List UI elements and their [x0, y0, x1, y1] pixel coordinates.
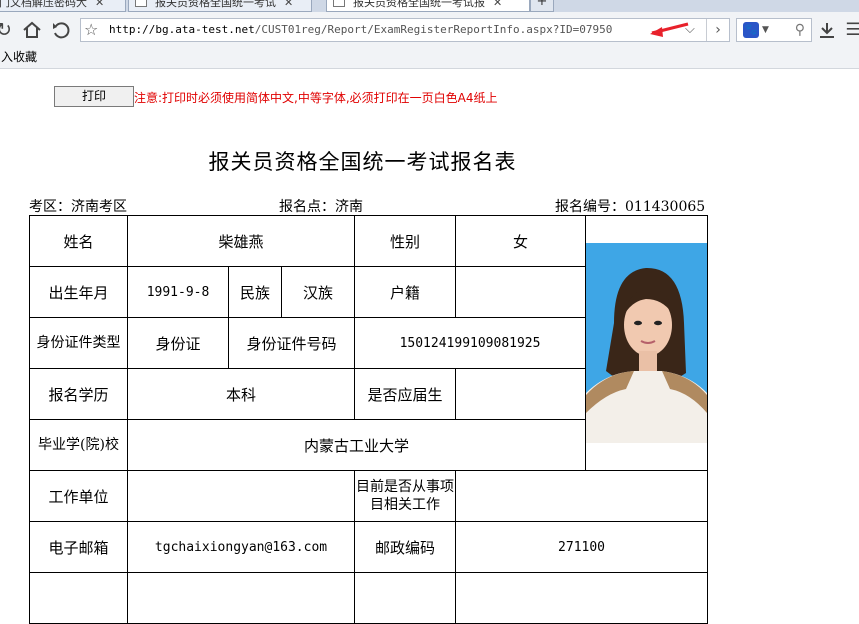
- school-label: 毕业学(院)校: [29, 419, 128, 471]
- table-row: 电子邮箱 tgchaixiongyan@163.com 邮政编码 271100: [29, 521, 709, 573]
- print-notice: 注意:打印时必须使用简体中文,中等字体,必须打印在一页白色A4纸上: [134, 91, 498, 105]
- home-icon[interactable]: [20, 18, 44, 42]
- registration-point: 报名点：济南: [279, 199, 363, 215]
- postcode-value: 271100: [455, 521, 709, 573]
- table-row: 工作单位 目前是否从事项目相关工作: [29, 470, 709, 522]
- empty-cell: [126, 572, 356, 624]
- gender-value: 女: [455, 215, 587, 267]
- close-icon[interactable]: ✕: [284, 0, 293, 9]
- id-type-label: 身份证件类型: [29, 317, 128, 369]
- id-number-value: 150124199109081925: [354, 317, 587, 369]
- back-icon[interactable]: ↻: [0, 18, 16, 42]
- download-icon[interactable]: [816, 18, 838, 42]
- refresh-icon[interactable]: [49, 18, 73, 42]
- id-number-label: 身份证件号码: [227, 317, 356, 369]
- birth-label: 出生年月: [29, 266, 128, 318]
- dropdown-icon[interactable]: ⌵: [685, 19, 695, 41]
- education-label: 报名学历: [29, 368, 128, 420]
- tab-2-title: 报关员资格全国统一考试: [155, 0, 276, 9]
- tab-strip: 门文档解压密码大 ✕ 报关员资格全国统一考试 ✕ 报关员资格全国统一考试报 ✕ +: [0, 0, 859, 12]
- search-box[interactable]: 🐾 ▼ ⚲: [736, 18, 812, 42]
- name-value: 柴雄燕: [126, 215, 356, 267]
- id-type-value: 身份证: [127, 317, 229, 369]
- empty-cell: [455, 572, 709, 624]
- photo-cell: [585, 215, 709, 471]
- tab-3-title: 报关员资格全国统一考试报: [353, 0, 485, 9]
- bookmarks-bar: 入收藏: [0, 48, 859, 69]
- tab-1-title: 门文档解压密码大: [0, 0, 87, 9]
- new-tab-button[interactable]: +: [530, 0, 554, 12]
- print-button[interactable]: 打印: [54, 86, 134, 107]
- related-work-value: [455, 470, 709, 522]
- fresh-graduate-value: [455, 368, 587, 420]
- fresh-graduate-label: 是否应届生: [354, 368, 457, 420]
- name-label: 姓名: [29, 215, 128, 267]
- empty-cell: [29, 572, 128, 624]
- email-label: 电子邮箱: [29, 521, 128, 573]
- gender-label: 性别: [354, 215, 457, 267]
- employer-value: [126, 470, 356, 522]
- annotation-arrow-icon: [650, 22, 689, 37]
- table-row: [29, 572, 709, 624]
- registration-form-table: 姓名 柴雄燕 性别 女 出生年月 1991-9-8 民族 汉族 户籍 身份证件类…: [29, 215, 709, 624]
- ethnicity-value: 汉族: [280, 266, 356, 318]
- page-icon: [333, 0, 345, 7]
- address-bar[interactable]: ☆ http://bg.ata-test.net/CUST01reg/Repor…: [80, 18, 730, 42]
- search-engine-icon[interactable]: 🐾: [743, 22, 759, 38]
- star-icon[interactable]: ☆: [84, 19, 98, 41]
- page-icon: [135, 0, 147, 7]
- ethnicity-label: 民族: [228, 266, 282, 318]
- page-title: 报关员资格全国统一考试报名表: [208, 150, 517, 174]
- table-row: 姓名 柴雄燕 性别 女: [29, 215, 709, 471]
- tab-1[interactable]: 门文档解压密码大 ✕: [0, 0, 126, 12]
- menu-icon[interactable]: ☰: [842, 18, 859, 42]
- education-value: 本科: [126, 368, 356, 420]
- close-icon[interactable]: ✕: [95, 0, 104, 9]
- related-work-label: 目前是否从事项目相关工作: [354, 470, 457, 522]
- hukou-label: 户籍: [354, 266, 457, 318]
- close-icon[interactable]: ✕: [493, 0, 502, 9]
- email-value: tgchaixiongyan@163.com: [126, 521, 356, 573]
- school-value: 内蒙古工业大学: [126, 419, 587, 471]
- magnifier-icon[interactable]: ⚲: [795, 19, 805, 41]
- exam-area: 考区：济南考区: [29, 199, 127, 215]
- postcode-label: 邮政编码: [354, 521, 457, 573]
- applicant-photo: [586, 243, 707, 443]
- tab-2[interactable]: 报关员资格全国统一考试 ✕: [128, 0, 312, 12]
- url-text[interactable]: http://bg.ata-test.net/CUST01reg/Report/…: [109, 19, 612, 41]
- tab-3-active[interactable]: 报关员资格全国统一考试报 ✕: [326, 0, 530, 12]
- forward-icon[interactable]: ›: [706, 19, 729, 41]
- chevron-down-icon[interactable]: ▼: [762, 19, 769, 41]
- hukou-value: [455, 266, 587, 318]
- birth-value: 1991-9-8: [127, 266, 229, 318]
- employer-label: 工作单位: [29, 470, 128, 522]
- registration-number: 报名编号：011430065: [555, 199, 706, 215]
- empty-cell: [354, 572, 457, 624]
- bookmark-item[interactable]: 入收藏: [1, 48, 37, 66]
- navigation-toolbar: ↻ ☆ http://bg.ata-test.net/CUST01reg/Rep…: [0, 12, 859, 49]
